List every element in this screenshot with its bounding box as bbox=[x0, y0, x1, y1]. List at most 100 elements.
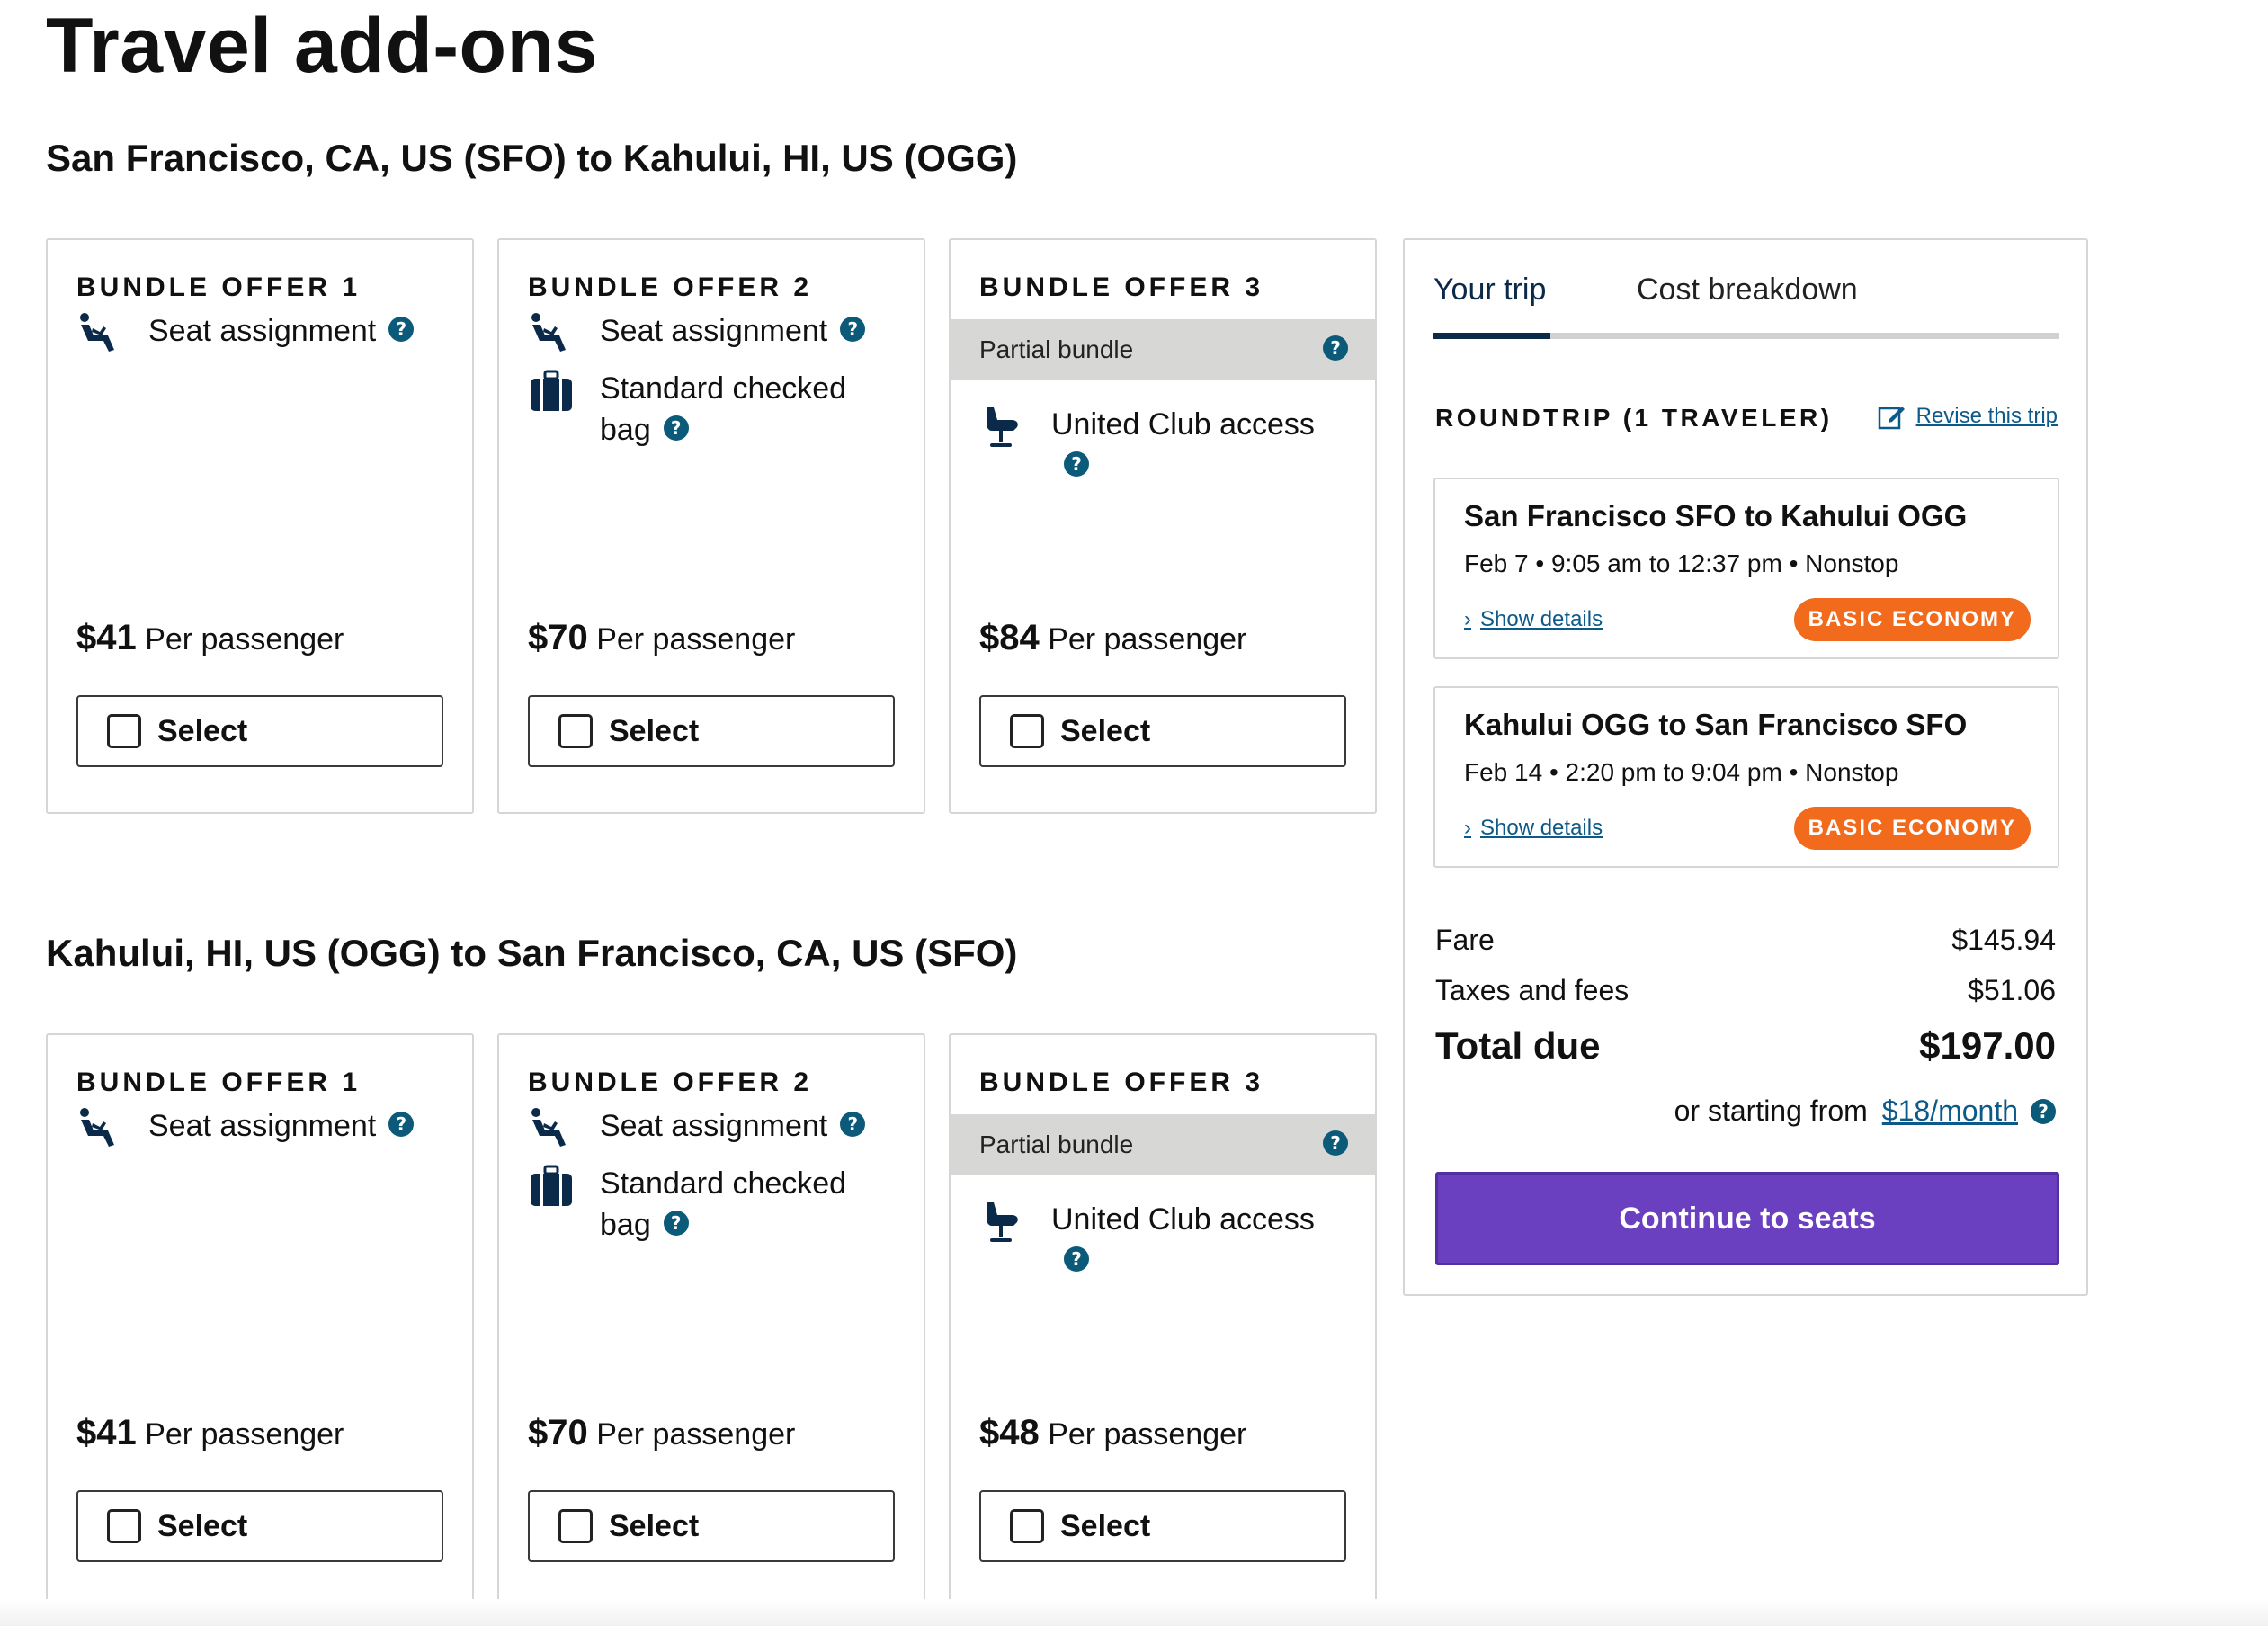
financing-link[interactable]: $18/month bbox=[1882, 1094, 2018, 1128]
price-unit: Per passenger bbox=[1048, 1417, 1247, 1452]
segment-schedule: Feb 7 • 9:05 am to 12:37 pm • Nonstop bbox=[1464, 549, 1899, 577]
show-details-label: Show details bbox=[1480, 607, 1603, 631]
bundle-offer-card: BUNDLE OFFER 2 Seat assignment? Standard c… bbox=[497, 238, 925, 814]
seat-icon bbox=[76, 310, 123, 357]
price-amount: $84 bbox=[979, 618, 1040, 657]
partial-bundle-label: Partial bundle bbox=[979, 1130, 1134, 1158]
taxes-label: Taxes and fees bbox=[1435, 974, 1630, 1006]
fare-class-badge: BASIC ECONOMY bbox=[1793, 807, 2031, 850]
select-label: Select bbox=[157, 713, 248, 748]
route-title: San Francisco, CA, US (SFO) to Kahului, … bbox=[46, 137, 1018, 179]
seat-icon bbox=[528, 1105, 575, 1152]
tab-cost-breakdown[interactable]: Cost breakdown bbox=[1637, 272, 1858, 308]
checkbox[interactable] bbox=[558, 714, 593, 748]
feature-label: Seat assignment? bbox=[148, 1105, 415, 1147]
bundle-feature: Seat assignment? bbox=[76, 310, 415, 357]
route-title: Kahului, HI, US (OGG) to San Francisco, … bbox=[46, 932, 1018, 974]
roundtrip-heading: ROUNDTRIP (1 TRAVELER) bbox=[1435, 404, 1833, 432]
feature-label: United Club access? bbox=[1051, 1199, 1321, 1282]
checkbox[interactable] bbox=[107, 1509, 141, 1543]
feature-label: Seat assignment? bbox=[148, 310, 415, 352]
show-details-label: Show details bbox=[1480, 816, 1603, 840]
fare-label: Fare bbox=[1435, 924, 1495, 956]
select-bundle-button[interactable]: Select bbox=[76, 1490, 443, 1562]
segment-schedule: Feb 14 • 2:20 pm to 9:04 pm • Nonstop bbox=[1464, 758, 1899, 786]
help-icon[interactable]: ? bbox=[840, 1112, 866, 1138]
suitcase-icon bbox=[528, 1163, 575, 1210]
trip-tabs: Your trip Cost breakdown bbox=[1433, 272, 2059, 339]
partial-bundle-bar: Partial bundle? bbox=[951, 319, 1375, 380]
price-unit: Per passenger bbox=[1048, 622, 1247, 657]
bundle-offer-card: BUNDLE OFFER 3 Partial bundle? United Club… bbox=[949, 1033, 1377, 1609]
help-icon[interactable]: ? bbox=[388, 317, 415, 343]
bundle-price: $70 Per passenger bbox=[528, 618, 795, 658]
help-icon[interactable]: ? bbox=[1064, 451, 1089, 478]
revise-trip-link[interactable]: Revise this trip bbox=[1877, 402, 2058, 431]
chevron-right-icon: › bbox=[1464, 607, 1471, 631]
revise-trip-label: Revise this trip bbox=[1915, 404, 2058, 428]
offers-row: BUNDLE OFFER 1 Seat assignment? $41 Per pa… bbox=[46, 1033, 1377, 1609]
select-bundle-button[interactable]: Select bbox=[528, 695, 895, 767]
bundle-price: $48 Per passenger bbox=[979, 1413, 1246, 1453]
taxes-value: $51.06 bbox=[1968, 974, 2056, 1006]
select-bundle-button[interactable]: Select bbox=[979, 1490, 1346, 1562]
trip-summary-panel: Your trip Cost breakdown ROUNDTRIP (1 TR… bbox=[1403, 238, 2088, 1296]
price-amount: $48 bbox=[979, 1413, 1040, 1452]
bundle-offer-heading: BUNDLE OFFER 1 bbox=[76, 1068, 362, 1097]
help-icon[interactable]: ? bbox=[388, 1112, 415, 1138]
feature-label: Standard checked bag? bbox=[600, 368, 870, 451]
flight-segment-card: Kahului OGG to San Francisco SFO Feb 14 … bbox=[1433, 686, 2059, 868]
help-icon[interactable]: ? bbox=[1323, 335, 1348, 361]
bundle-offer-card: BUNDLE OFFER 3 Partial bundle? United Club… bbox=[949, 238, 1377, 814]
flight-segment-card: San Francisco SFO to Kahului OGG Feb 7 •… bbox=[1433, 478, 2059, 659]
help-icon[interactable]: ? bbox=[2031, 1098, 2056, 1124]
bundle-offer-heading: BUNDLE OFFER 3 bbox=[979, 272, 1264, 302]
segment-title: San Francisco SFO to Kahului OGG bbox=[1464, 499, 1968, 532]
checkbox[interactable] bbox=[107, 714, 141, 748]
help-icon[interactable]: ? bbox=[1323, 1130, 1348, 1156]
select-label: Select bbox=[609, 713, 700, 748]
feature-text: Seat assignment bbox=[600, 1109, 828, 1143]
help-icon[interactable]: ? bbox=[840, 317, 866, 343]
bundle-feature: Seat assignment? bbox=[528, 310, 866, 357]
checkbox[interactable] bbox=[1010, 1509, 1044, 1543]
price-amount: $70 bbox=[528, 618, 588, 657]
help-icon[interactable]: ? bbox=[1064, 1246, 1089, 1273]
fare-value: $145.94 bbox=[1951, 924, 2056, 956]
bundle-offer-heading: BUNDLE OFFER 2 bbox=[528, 1068, 813, 1097]
bundle-offer-card: BUNDLE OFFER 1 Seat assignment? $41 Per pa… bbox=[46, 238, 474, 814]
fare-class-badge: BASIC ECONOMY bbox=[1793, 598, 2031, 641]
price-amount: $70 bbox=[528, 1413, 588, 1452]
help-icon[interactable]: ? bbox=[663, 1211, 689, 1237]
select-bundle-button[interactable]: Select bbox=[76, 695, 443, 767]
tab-your-trip[interactable]: Your trip bbox=[1433, 272, 1546, 308]
show-details-link[interactable]: › Show details bbox=[1464, 607, 1603, 632]
bundle-offer-heading: BUNDLE OFFER 3 bbox=[979, 1068, 1264, 1097]
seat-icon bbox=[76, 1105, 123, 1152]
help-icon[interactable]: ? bbox=[663, 415, 689, 442]
checkbox[interactable] bbox=[558, 1509, 593, 1543]
select-label: Select bbox=[609, 1508, 700, 1543]
feature-label: Seat assignment? bbox=[600, 1105, 866, 1147]
price-unit: Per passenger bbox=[596, 622, 796, 657]
bundle-offer-heading: BUNDLE OFFER 2 bbox=[528, 272, 813, 302]
show-details-link[interactable]: › Show details bbox=[1464, 816, 1603, 841]
select-bundle-button[interactable]: Select bbox=[528, 1490, 895, 1562]
select-bundle-button[interactable]: Select bbox=[979, 695, 1346, 767]
feature-text: Seat assignment bbox=[600, 314, 828, 348]
financing-offer: or starting from $18/month ? bbox=[1674, 1094, 2056, 1128]
price-unit: Per passenger bbox=[145, 1417, 344, 1452]
feature-label: United Club access? bbox=[1051, 404, 1321, 487]
bundle-offer-heading: BUNDLE OFFER 1 bbox=[76, 272, 362, 302]
bundle-price: $41 Per passenger bbox=[76, 1413, 344, 1453]
price-unit: Per passenger bbox=[145, 622, 344, 657]
continue-to-seats-button[interactable]: Continue to seats bbox=[1435, 1172, 2059, 1265]
feature-text: United Club access bbox=[1051, 1202, 1315, 1237]
bundle-feature: United Club access? bbox=[979, 404, 1321, 487]
select-label: Select bbox=[1060, 1508, 1151, 1543]
feature-label: Standard checked bag? bbox=[600, 1163, 870, 1246]
bundle-price: $70 Per passenger bbox=[528, 1413, 795, 1453]
financing-prefix: or starting from bbox=[1674, 1094, 1868, 1127]
checkbox[interactable] bbox=[1010, 714, 1044, 748]
edit-icon bbox=[1878, 406, 1905, 430]
